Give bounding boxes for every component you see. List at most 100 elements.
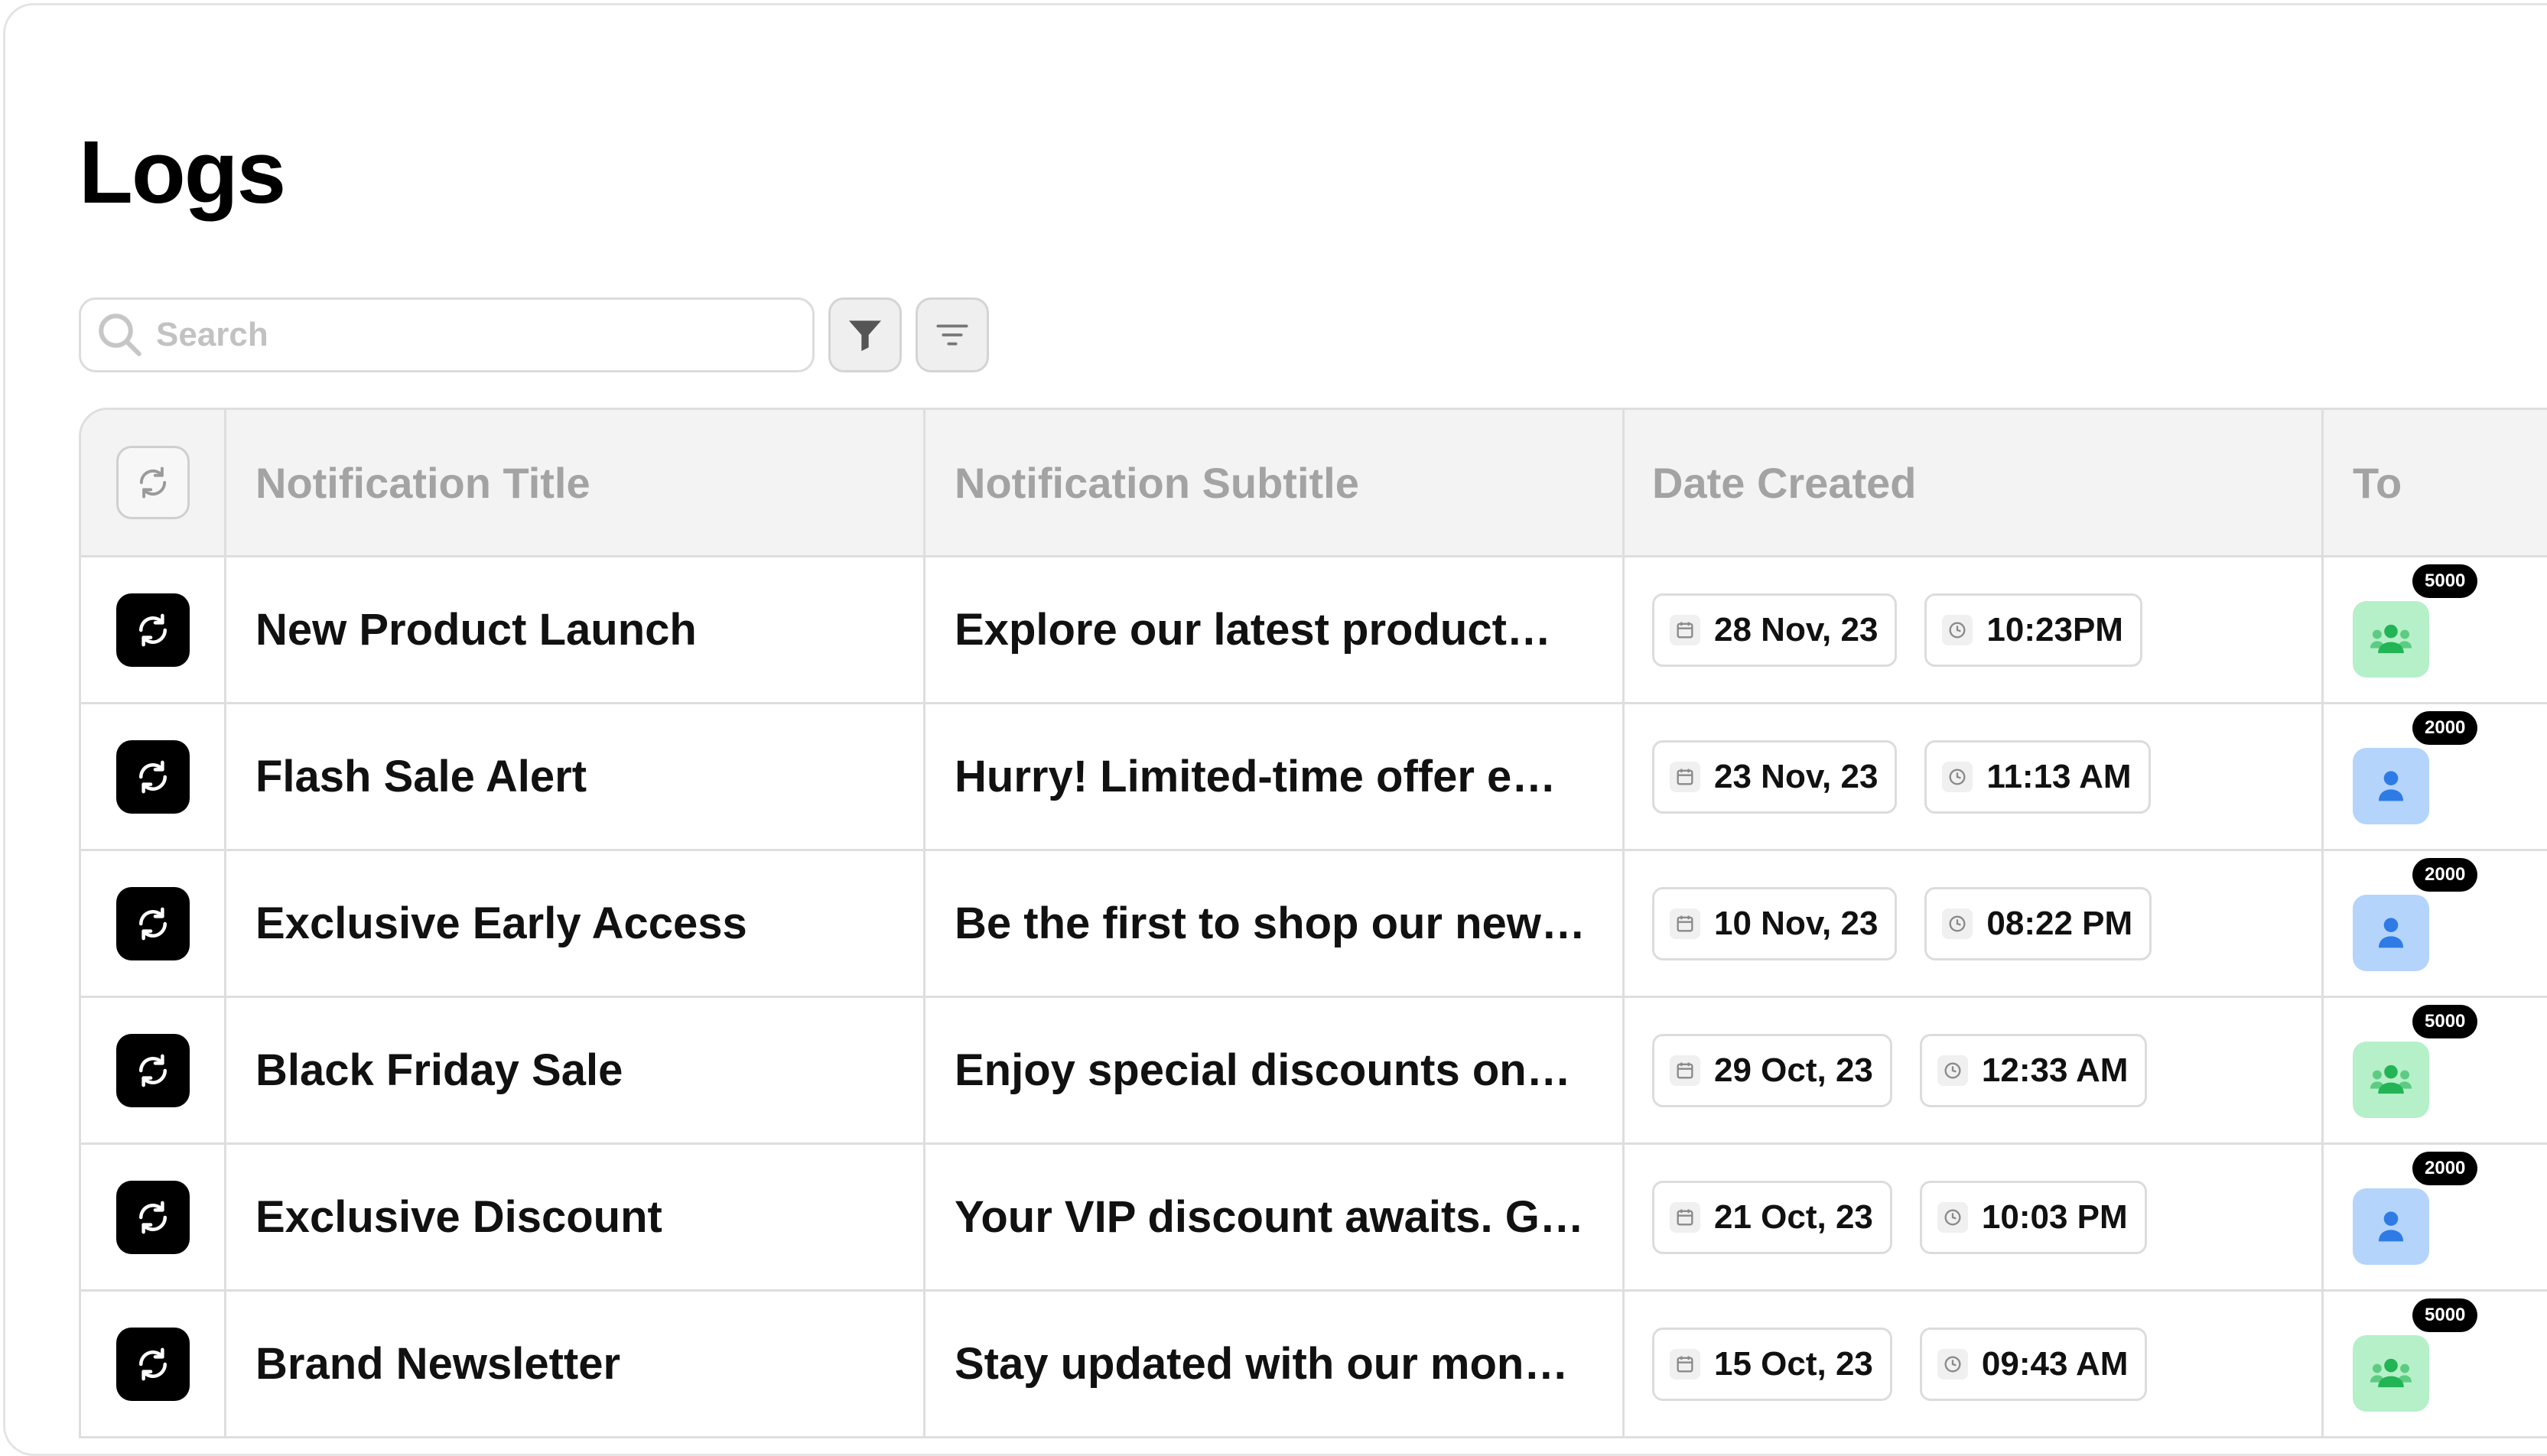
clock-icon: [1942, 614, 1973, 645]
clock-icon: [1937, 1201, 1968, 1233]
time-chip: 08:22 PM: [1924, 886, 2152, 960]
header-notification-title[interactable]: Notification Title: [255, 458, 590, 508]
table-row[interactable]: Brand Newsletter Stay updated with our m…: [81, 1289, 2547, 1436]
table-row[interactable]: Flash Sale Alert Hurry! Limited-time off…: [81, 702, 2547, 849]
notification-title: Black Friday Sale: [255, 1045, 623, 1095]
recipient-count-badge: 5000: [2412, 1004, 2478, 1038]
notification-subtitle: Hurry! Limited-time offer e…: [955, 752, 1556, 801]
time-value: 08:22 PM: [1986, 904, 2133, 942]
clock-icon: [1937, 1348, 1968, 1380]
date-chip: 15 Oct, 23: [1652, 1327, 1892, 1401]
calendar-icon: [1670, 761, 1700, 792]
notification-subtitle: Stay updated with our mon…: [955, 1339, 1569, 1389]
audience-indicator[interactable]: 5000: [2353, 1298, 2478, 1412]
clock-icon: [1942, 908, 1973, 939]
audience-indicator[interactable]: 2000: [2353, 857, 2478, 971]
notification-subtitle: Your VIP discount awaits. G…: [955, 1192, 1584, 1242]
recipient-count-badge: 2000: [2412, 1151, 2478, 1185]
date-chip: 23 Nov, 23: [1652, 739, 1898, 814]
recipient-count-badge: 2000: [2412, 710, 2478, 745]
group-users-icon: [2370, 1358, 2412, 1387]
clock-icon: [1937, 1055, 1968, 1086]
resend-button[interactable]: [115, 1327, 190, 1401]
table-row[interactable]: New Product Launch Explore our latest pr…: [81, 555, 2547, 702]
sync-icon: [139, 466, 166, 499]
table-header: Notification Title Notification Subtitle…: [81, 410, 2547, 555]
audience-indicator[interactable]: 2000: [2353, 710, 2478, 824]
time-value: 09:43 AM: [1981, 1344, 2129, 1383]
calendar-icon: [1670, 614, 1700, 645]
table-row[interactable]: Exclusive Discount Your VIP discount awa…: [81, 1142, 2547, 1289]
notification-title: Flash Sale Alert: [255, 752, 587, 801]
notification-title: Brand Newsletter: [255, 1339, 621, 1389]
group-users-icon: [2370, 624, 2412, 653]
toolbar: [79, 297, 989, 372]
notification-subtitle: Explore our latest product…: [955, 605, 1551, 655]
funnel-icon: [849, 320, 881, 351]
notification-subtitle: Be the first to shop our new…: [955, 899, 1586, 948]
sync-icon: [138, 907, 167, 940]
notification-subtitle: Enjoy special discounts on…: [955, 1045, 1571, 1095]
date-chip: 21 Oct, 23: [1652, 1180, 1892, 1254]
search-icon: [99, 314, 142, 356]
date-value: 15 Oct, 23: [1714, 1344, 1873, 1383]
sync-icon: [138, 760, 167, 793]
calendar-icon: [1670, 908, 1700, 939]
page-title: Logs: [79, 122, 286, 222]
resend-button[interactable]: [115, 886, 190, 960]
time-value: 12:33 AM: [1981, 1051, 2129, 1089]
audience-indicator[interactable]: 5000: [2353, 1004, 2478, 1118]
recipient-count-badge: 2000: [2412, 857, 2478, 892]
header-to[interactable]: To: [2353, 458, 2402, 508]
resend-button[interactable]: [115, 739, 190, 814]
date-value: 28 Nov, 23: [1714, 610, 1879, 648]
time-value: 11:13 AM: [1986, 757, 2132, 795]
recipient-count-badge: 5000: [2412, 1298, 2478, 1332]
time-value: 10:23PM: [1986, 610, 2123, 648]
resend-button[interactable]: [115, 593, 190, 667]
user-icon: [2378, 1211, 2404, 1241]
audience-indicator[interactable]: 5000: [2353, 564, 2478, 678]
notification-title: New Product Launch: [255, 605, 697, 655]
lines-sort-icon: [936, 324, 968, 346]
calendar-icon: [1670, 1348, 1700, 1380]
date-chip: 29 Oct, 23: [1652, 1033, 1892, 1107]
sync-icon: [138, 1054, 167, 1087]
date-chip: 28 Nov, 23: [1652, 593, 1898, 667]
sync-icon: [138, 1347, 167, 1380]
time-chip: 09:43 AM: [1919, 1327, 2148, 1401]
search-box[interactable]: [79, 297, 815, 372]
app-window: Logs Search Notification Title Notificat…: [3, 3, 2547, 1456]
resend-button[interactable]: [115, 1180, 190, 1254]
clock-icon: [1942, 761, 1973, 792]
logs-table: Notification Title Notification Subtitle…: [79, 408, 2547, 1438]
sync-icon: [138, 613, 167, 646]
search-input[interactable]: [156, 316, 783, 354]
date-chip: 10 Nov, 23: [1652, 886, 1898, 960]
date-value: 29 Oct, 23: [1714, 1051, 1873, 1089]
sort-button[interactable]: [916, 297, 989, 372]
user-icon: [2378, 917, 2404, 947]
time-value: 10:03 PM: [1981, 1198, 2128, 1236]
calendar-icon: [1670, 1201, 1700, 1233]
resend-button[interactable]: [115, 1033, 190, 1107]
date-value: 21 Oct, 23: [1714, 1198, 1873, 1236]
table-row[interactable]: Black Friday Sale Enjoy special discount…: [81, 996, 2547, 1142]
notification-title: Exclusive Discount: [255, 1192, 662, 1242]
sync-icon: [138, 1201, 167, 1233]
recipient-count-badge: 5000: [2412, 564, 2478, 598]
header-date-created[interactable]: Date Created: [1652, 458, 1916, 508]
table-body: New Product Launch Explore our latest pr…: [81, 555, 2547, 1436]
date-value: 23 Nov, 23: [1714, 757, 1879, 795]
time-chip: 10:03 PM: [1919, 1180, 2147, 1254]
user-icon: [2378, 770, 2404, 801]
refresh-all-button[interactable]: [115, 446, 190, 519]
group-users-icon: [2370, 1064, 2412, 1094]
audience-indicator[interactable]: 2000: [2353, 1151, 2478, 1265]
header-notification-subtitle[interactable]: Notification Subtitle: [955, 458, 1359, 508]
table-row[interactable]: Exclusive Early Access Be the first to s…: [81, 849, 2547, 996]
calendar-icon: [1670, 1055, 1700, 1086]
date-value: 10 Nov, 23: [1714, 904, 1879, 942]
notification-title: Exclusive Early Access: [255, 899, 747, 948]
filter-button[interactable]: [828, 297, 902, 372]
